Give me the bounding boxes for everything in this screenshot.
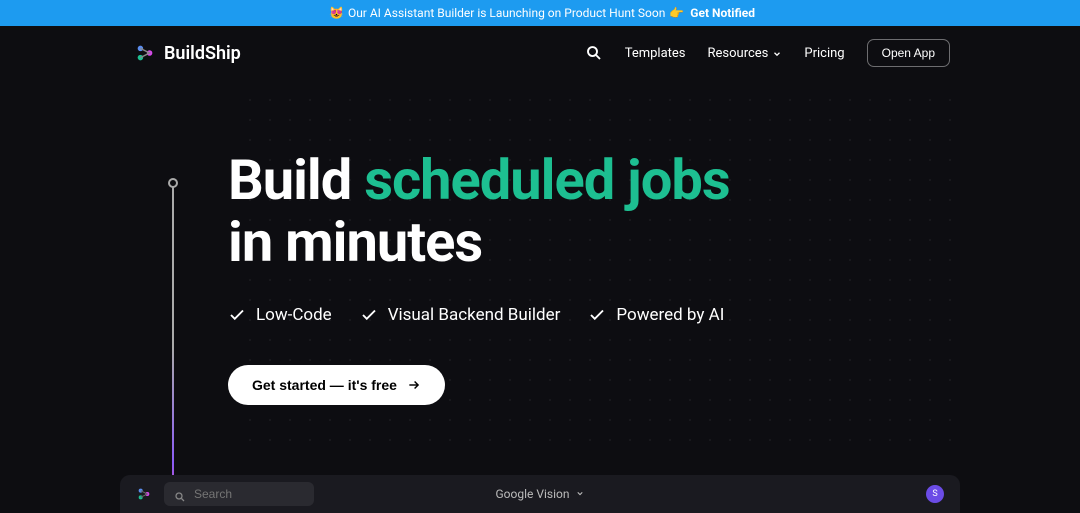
announcement-cta[interactable]: Get Notified <box>690 6 755 20</box>
cat-emoji: 😻 <box>329 6 344 20</box>
features: Low-Code Visual Backend Builder Powered … <box>228 305 730 325</box>
check-icon <box>228 306 246 324</box>
feature-lowcode: Low-Code <box>228 305 332 325</box>
nav: Templates Resources Pricing Open App <box>585 39 950 67</box>
get-started-button[interactable]: Get started — it's free <box>228 365 445 405</box>
nav-resources-label: Resources <box>708 46 769 61</box>
timeline-line <box>172 182 174 513</box>
check-icon <box>588 306 606 324</box>
chevron-down-icon <box>772 48 782 58</box>
arrow-right-icon <box>407 378 421 392</box>
hero: Build scheduled jobs in minutes Low-Code… <box>228 150 730 405</box>
feature-label: Powered by AI <box>616 305 724 325</box>
cta-label: Get started — it's free <box>252 377 397 393</box>
title-accent: scheduled jobs <box>364 147 729 213</box>
bottombar-search[interactable] <box>164 482 314 506</box>
dropdown-label: Google Vision <box>496 487 570 501</box>
announcement-bar: 😻 Our AI Assistant Builder is Launching … <box>0 0 1080 26</box>
logo[interactable]: BuildShip <box>134 42 241 64</box>
title-suffix: in minutes <box>228 209 482 275</box>
title-prefix: Build <box>228 147 351 213</box>
avatar-initial: S <box>932 489 937 499</box>
timeline-dot <box>168 178 178 188</box>
feature-label: Visual Backend Builder <box>388 305 561 325</box>
announcement-text: Our AI Assistant Builder is Launching on… <box>348 6 665 20</box>
nav-pricing[interactable]: Pricing <box>804 46 844 61</box>
search-icon[interactable] <box>585 44 603 62</box>
feature-label: Low-Code <box>256 305 332 325</box>
avatar[interactable]: S <box>926 485 944 503</box>
header: BuildShip Templates Resources Pricing Op… <box>0 26 1080 80</box>
nav-templates[interactable]: Templates <box>625 46 686 61</box>
hero-title: Build scheduled jobs in minutes <box>228 150 730 273</box>
logo-text: BuildShip <box>164 43 241 64</box>
bottombar-dropdown[interactable]: Google Vision <box>496 487 585 501</box>
nav-resources[interactable]: Resources <box>708 46 783 61</box>
mini-logo-icon[interactable] <box>136 486 152 502</box>
logo-icon <box>134 42 156 64</box>
feature-ai: Powered by AI <box>588 305 724 325</box>
search-input[interactable] <box>194 487 304 501</box>
point-emoji: 👉 <box>669 6 684 20</box>
bottombar: Google Vision S <box>120 475 960 513</box>
search-icon <box>174 488 186 500</box>
open-app-button[interactable]: Open App <box>867 39 950 67</box>
chevron-down-icon <box>576 487 585 501</box>
check-icon <box>360 306 378 324</box>
feature-visual: Visual Backend Builder <box>360 305 561 325</box>
